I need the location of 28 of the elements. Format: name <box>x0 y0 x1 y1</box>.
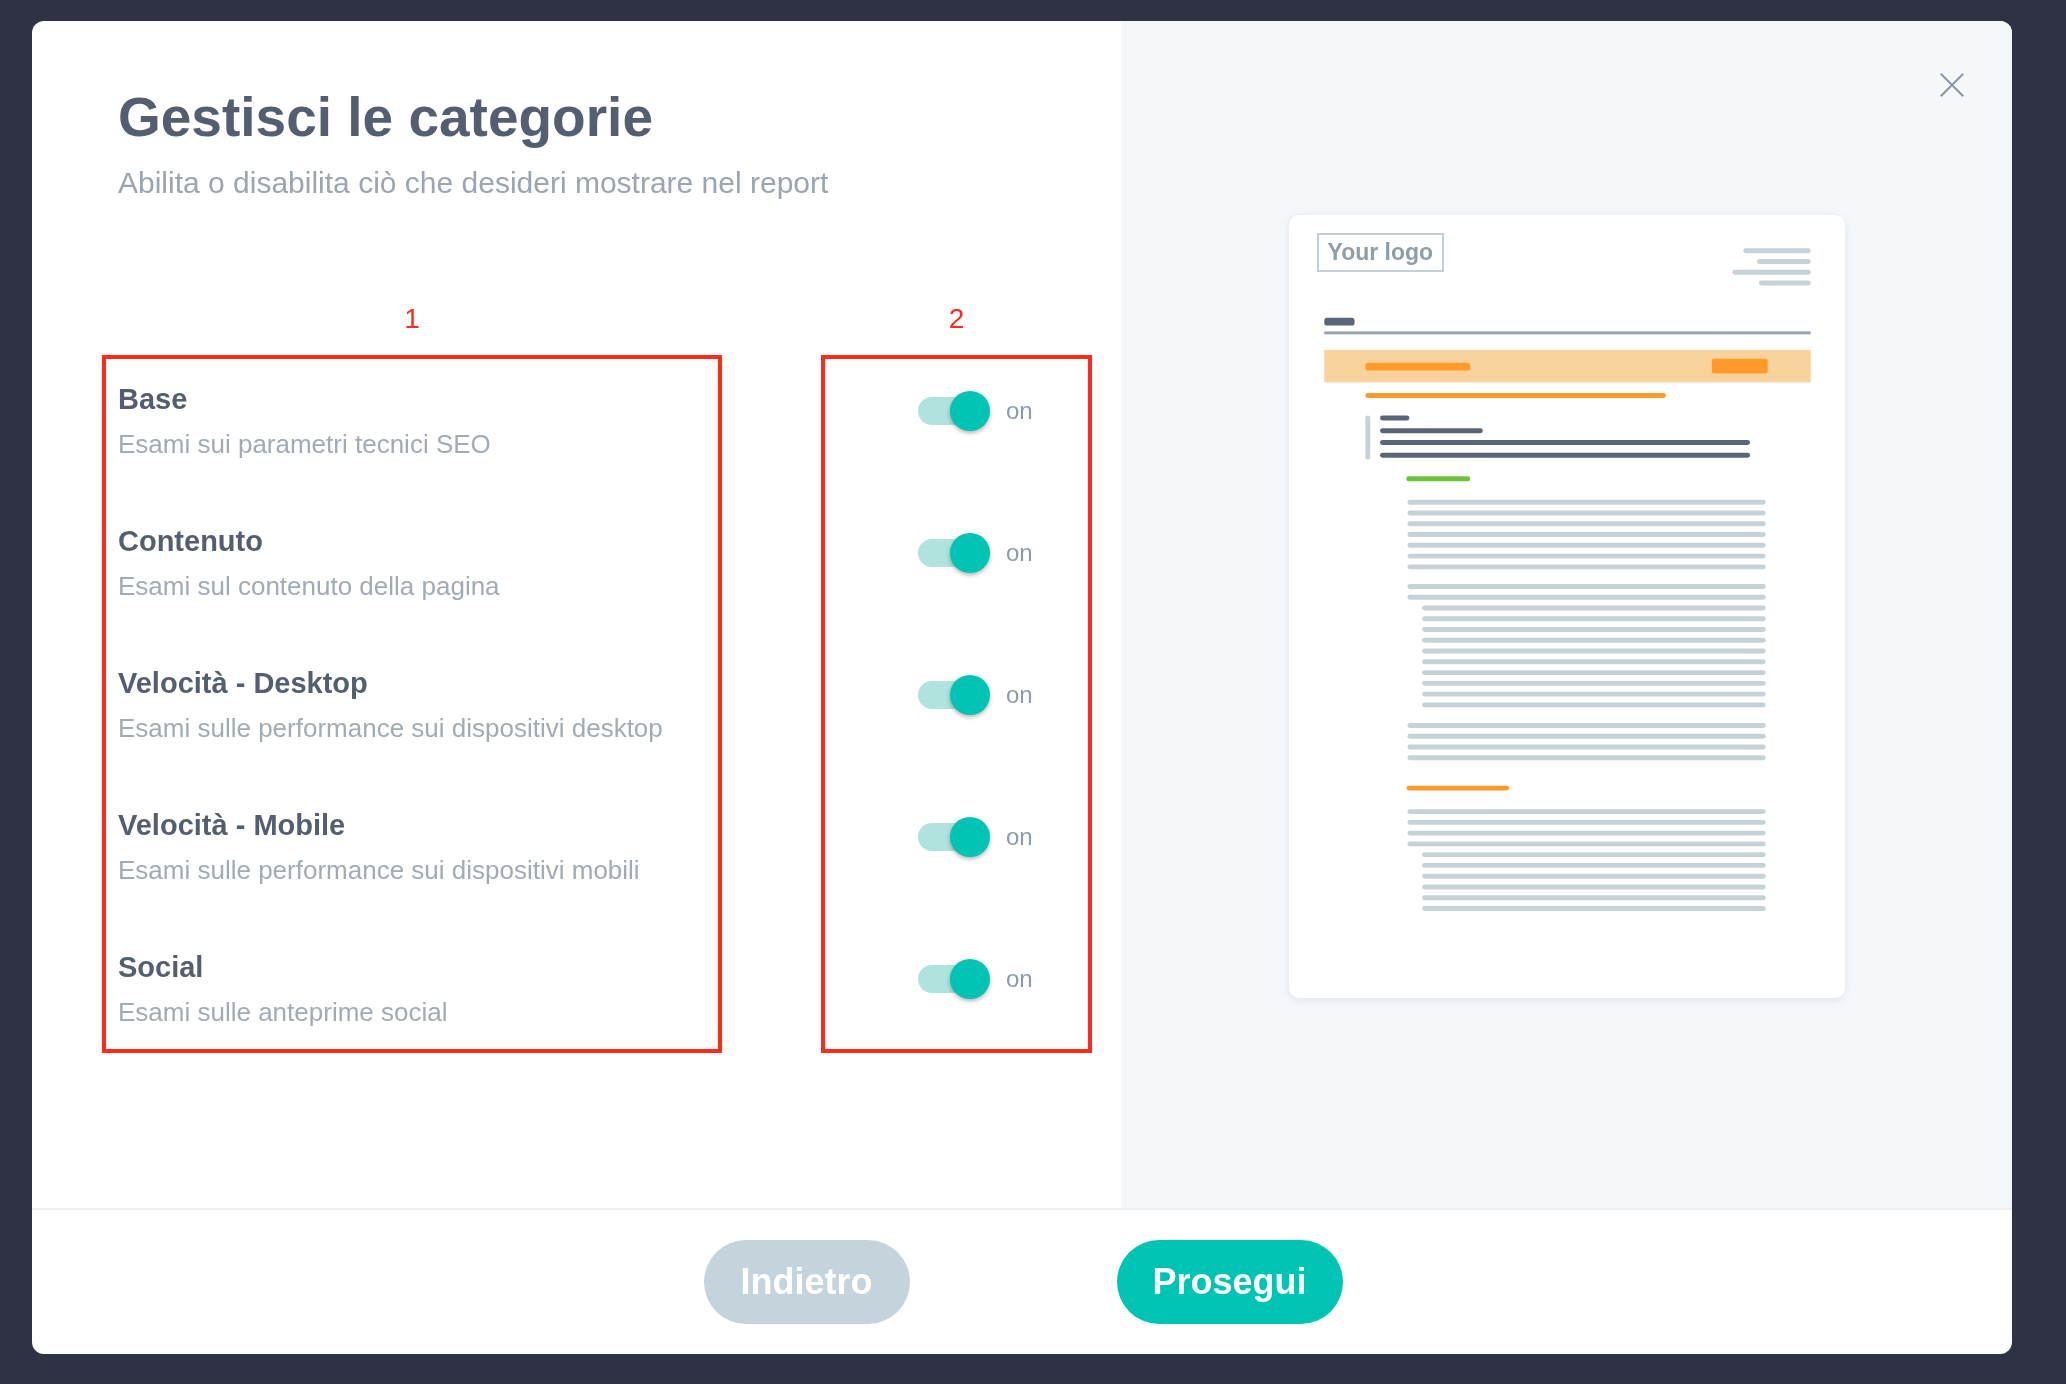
toggle-state-label: on <box>1006 395 1033 426</box>
back-button[interactable]: Indietro <box>703 1240 910 1324</box>
category-description: Esami sulle anteprime social <box>118 996 449 1029</box>
category-name: Base <box>118 381 189 417</box>
toggle-switch[interactable] <box>916 390 990 431</box>
toggle-switch[interactable] <box>916 816 990 857</box>
category-name: Velocità - Desktop <box>118 665 369 701</box>
toggle-state-label: on <box>1006 963 1033 994</box>
category-description: Esami sul contenuto della pagina <box>118 570 501 603</box>
logo-field: Your logo <box>1316 233 1445 272</box>
column-number: 2 <box>948 304 965 333</box>
column-number: 1 <box>404 304 420 333</box>
continue-button[interactable]: Prosegui <box>1116 1240 1343 1324</box>
category-name: Velocità - Mobile <box>118 807 347 843</box>
toggle-state-label: on <box>1006 679 1033 710</box>
toggle-state-label: on <box>1006 537 1033 568</box>
category-description: Esami sulle performance sui dispositivi desktop <box>118 712 664 745</box>
dialog-subtitle: Abilita o disabilita ciò che desideri mostrare nel report <box>118 164 830 201</box>
dialog-title: Gestisci le categorie <box>118 85 654 150</box>
toggle-switch[interactable] <box>916 532 990 573</box>
category-name: Contenuto <box>118 523 264 559</box>
toggle-state-label: on <box>1006 821 1033 852</box>
close-icon <box>1937 70 1967 100</box>
category-description: Esami sui parametri tecnici SEO <box>118 428 492 461</box>
category-description: Esami sulle performance sui dispositivi mobili <box>118 854 641 887</box>
toggle-switch[interactable] <box>916 958 990 999</box>
toggle-switch[interactable] <box>916 674 990 715</box>
category-name: Social <box>118 949 205 985</box>
